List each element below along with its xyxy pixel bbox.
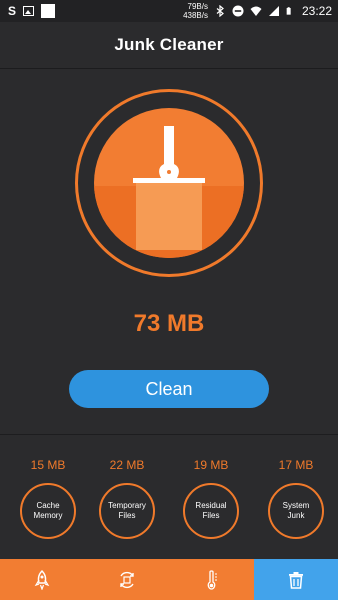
broom-icon bbox=[94, 108, 244, 258]
category-temporary-files[interactable]: 22 MB Temporary Files bbox=[85, 458, 169, 548]
category-label-line1: System bbox=[273, 501, 319, 511]
category-size: 19 MB bbox=[169, 458, 253, 472]
rocket-icon bbox=[33, 570, 51, 590]
category-label-line1: Temporary bbox=[104, 501, 150, 511]
signal-icon bbox=[268, 5, 280, 17]
image-icon bbox=[23, 6, 34, 16]
s-notification-icon: S bbox=[8, 4, 16, 18]
category-system-junk[interactable]: 17 MB System Junk bbox=[254, 458, 338, 548]
category-label-line1: Cache bbox=[25, 501, 71, 511]
bottom-nav bbox=[0, 559, 338, 600]
status-bar-right: 79B/s 438B/s 23:22 bbox=[183, 2, 332, 20]
category-label-line2: Memory bbox=[25, 511, 71, 521]
nav-tab-junk-cleaner[interactable] bbox=[254, 559, 338, 600]
category-label-line2: Files bbox=[188, 511, 234, 521]
trash-icon bbox=[288, 571, 304, 589]
page-title: Junk Cleaner bbox=[114, 35, 223, 55]
nav-tab-temperature[interactable] bbox=[169, 559, 254, 600]
dnd-icon bbox=[232, 5, 244, 17]
status-bar-left: S bbox=[8, 4, 55, 18]
category-label: Residual Files bbox=[188, 501, 234, 521]
cpu-cycle-icon bbox=[117, 570, 137, 590]
network-speed: 79B/s 438B/s bbox=[183, 2, 208, 20]
category-label-line2: Junk bbox=[273, 511, 319, 521]
net-down-speed: 438B/s bbox=[183, 11, 208, 20]
thermometer-icon bbox=[205, 570, 219, 590]
nav-tab-boost[interactable] bbox=[0, 559, 84, 600]
category-ring[interactable]: Cache Memory bbox=[20, 483, 76, 539]
battery-icon bbox=[286, 5, 294, 17]
category-label: System Junk bbox=[273, 501, 319, 521]
category-label: Cache Memory bbox=[25, 501, 71, 521]
category-ring[interactable]: Temporary Files bbox=[99, 483, 155, 539]
white-square-icon bbox=[41, 4, 55, 18]
category-cache-memory[interactable]: 15 MB Cache Memory bbox=[6, 458, 90, 548]
junk-size-total: 73 MB bbox=[0, 310, 338, 338]
nav-tab-cpu[interactable] bbox=[84, 559, 169, 600]
category-label: Temporary Files bbox=[104, 501, 150, 521]
category-ring[interactable]: Residual Files bbox=[183, 483, 239, 539]
status-bar: S 79B/s 438B/s bbox=[0, 0, 338, 22]
wifi-icon bbox=[250, 5, 262, 17]
category-label-line2: Files bbox=[104, 511, 150, 521]
clean-button[interactable]: Clean bbox=[69, 370, 269, 408]
category-size: 17 MB bbox=[254, 458, 338, 472]
junk-cleaner-screen: S 79B/s 438B/s bbox=[0, 0, 338, 600]
status-time: 23:22 bbox=[302, 4, 332, 18]
category-ring[interactable]: System Junk bbox=[268, 483, 324, 539]
bluetooth-icon bbox=[214, 5, 226, 17]
category-label-line1: Residual bbox=[188, 501, 234, 511]
category-size: 15 MB bbox=[6, 458, 90, 472]
junk-indicator-circle bbox=[94, 108, 244, 258]
net-up-speed: 79B/s bbox=[188, 2, 208, 11]
section-divider bbox=[0, 434, 338, 435]
category-size: 22 MB bbox=[85, 458, 169, 472]
app-header: Junk Cleaner bbox=[0, 22, 338, 69]
category-residual-files[interactable]: 19 MB Residual Files bbox=[169, 458, 253, 548]
